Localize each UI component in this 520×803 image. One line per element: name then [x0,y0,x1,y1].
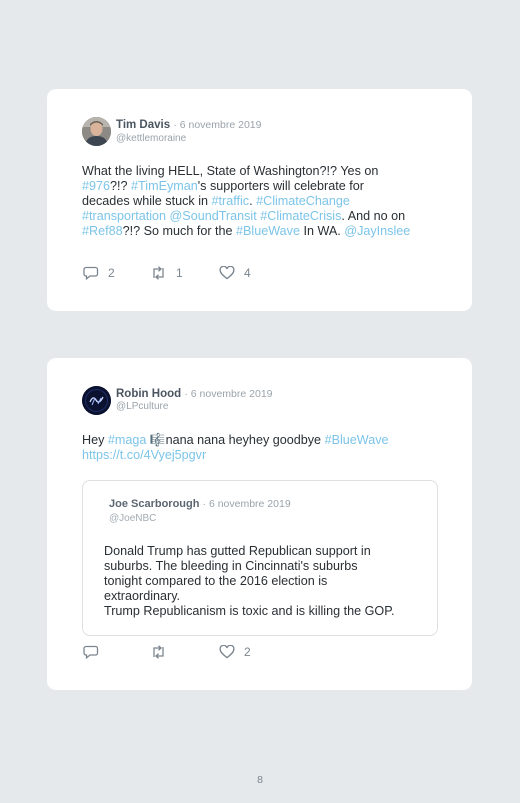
author-name[interactable]: Tim Davis · 6 novembre 2019 [116,119,261,131]
hashtag-link[interactable]: #BlueWave [325,433,389,447]
tweet-text: What the living HELL, State of Washingto… [82,164,410,239]
tweet-date: · 6 novembre 2019 [184,388,273,400]
text-line: What the living HELL, State of Washingto… [82,164,410,179]
author-handle[interactable]: @kettlemoraine [116,133,186,144]
heart-icon [219,645,235,659]
hashtag-link[interactable]: #ClimateChange [256,194,350,208]
hashtag-link[interactable]: #transportation @SoundTransit #ClimateCr… [82,209,341,223]
tweet-text: Hey #maga 🎼nana nana heyhey goodbye #Blu… [82,433,389,463]
text-segment: ?!? [110,179,132,193]
retweet-icon [153,645,164,659]
text-segment: 🎼nana nana heyhey goodbye [146,433,325,447]
text-segment: ?!? So much for the [122,224,237,238]
like-button[interactable]: 4 [219,266,251,280]
reply-icon [83,645,99,659]
text-segment: decades while stuck in [82,194,212,208]
avatar[interactable] [82,117,111,146]
text-segment: Hey [82,433,108,447]
quoted-author[interactable]: Joe Scarborough · 6 novembre 2019 [109,498,291,510]
quoted-text: Donald Trump has gutted Republican suppo… [104,544,394,619]
text-segment: 's supporters will celebrate for [197,179,364,193]
retweet-button[interactable]: 1 [150,266,183,280]
like-count: 2 [244,645,251,659]
text-line: suburbs. The bleeding in Cincinnati's su… [104,559,358,573]
like-button[interactable]: 2 [219,645,251,659]
text-line: #transportation @SoundTransit #ClimateCr… [82,209,410,224]
text-segment: In WA. [299,224,345,238]
author-handle[interactable]: @LPculture [116,401,168,412]
retweet-count: 1 [176,266,183,280]
tweet-card: Robin Hood · 6 novembre 2019 @LPculture … [47,358,472,690]
reply-icon [83,266,99,280]
avatar[interactable] [82,386,111,415]
text-line: #Ref88?!? So much for the #BlueWave In W… [82,224,410,239]
tweet-date: · 6 novembre 2019 [173,119,262,131]
retweet-button[interactable] [150,645,176,659]
text-line: decades while stuck in #traffic. #Climat… [82,194,410,209]
quoted-tweet[interactable]: Joe Scarborough · 6 novembre 2019 @JoeNB… [82,480,438,636]
text-line: extraordinary. [104,589,181,603]
hashtag-link[interactable]: #TimEyman [131,179,198,193]
hashtag-link[interactable]: #BlueWave [236,224,300,238]
hashtag-link[interactable]: #Ref88 [82,224,123,238]
reply-count: 2 [108,266,115,280]
text-line: Trump Republicanism is toxic and is kill… [104,604,395,618]
hashtag-link[interactable]: @JayInslee [344,224,410,238]
hashtag-link[interactable]: https://t.co/4Vyej5pgvr [82,448,206,462]
text-line: #976?!? #TimEyman's supporters will cele… [82,179,410,194]
text-line: https://t.co/4Vyej5pgvr [82,448,389,463]
author-name[interactable]: Robin Hood · 6 novembre 2019 [116,388,273,400]
page-number: 8 [257,774,263,786]
text-segment: What the living HELL, State of Washingto… [82,164,379,178]
reply-button[interactable] [83,645,108,659]
quoted-date: · 6 novembre 2019 [202,498,291,510]
tweet-card: Tim Davis · 6 novembre 2019 @kettlemorai… [47,89,472,311]
retweet-icon [153,266,164,280]
reply-button[interactable]: 2 [83,266,115,280]
like-count: 4 [244,266,251,280]
quoted-handle[interactable]: @JoeNBC [109,513,156,524]
heart-icon [219,266,235,280]
text-line: Hey #maga 🎼nana nana heyhey goodbye #Blu… [82,433,389,448]
text-line: Donald Trump has gutted Republican suppo… [104,544,371,558]
hashtag-link[interactable]: #traffic [212,194,250,208]
text-segment: . And no on [341,209,406,223]
hashtag-link[interactable]: #maga [108,433,147,447]
text-line: tonight compared to the 2016 election is [104,574,328,588]
hashtag-link[interactable]: #976 [82,179,110,193]
